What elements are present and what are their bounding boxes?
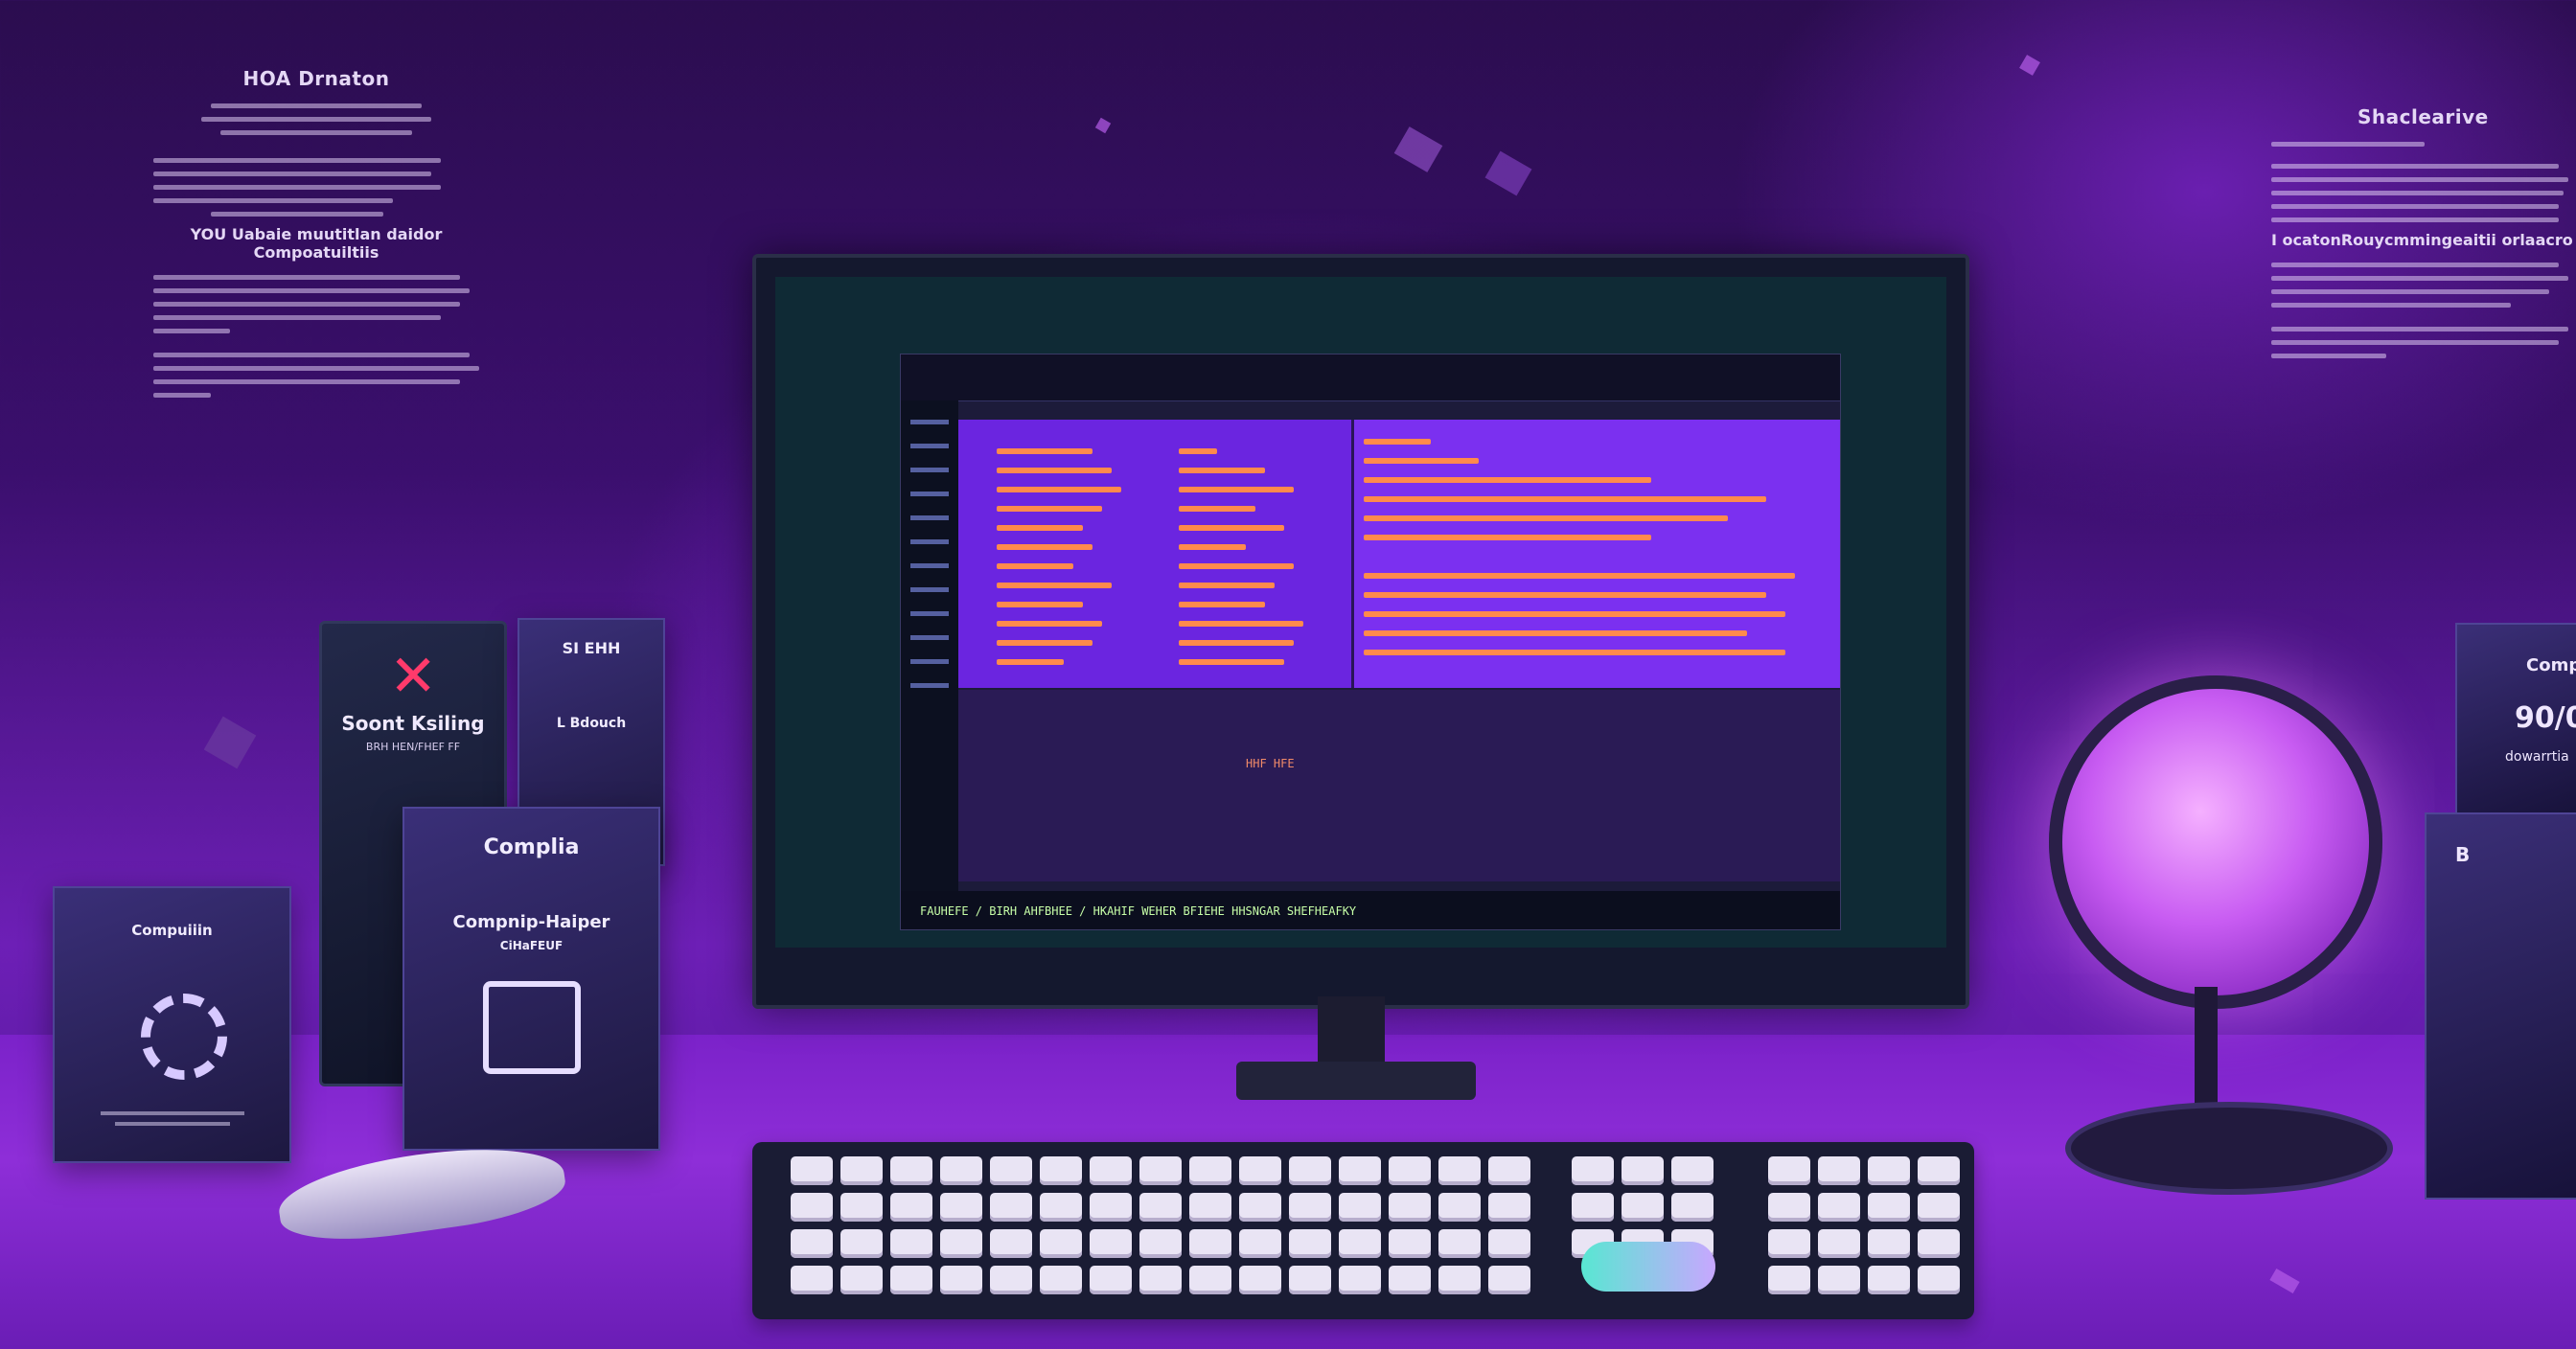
left-panel-paragraph-2	[153, 275, 479, 398]
monitor-stand-base	[1236, 1062, 1476, 1100]
tower-label: Soont Ksiling	[341, 712, 485, 735]
editor-area	[958, 420, 1840, 688]
lamp-pole	[2195, 987, 2218, 1121]
gaming-mouse	[1581, 1242, 1715, 1292]
right-panel-paragraph	[2271, 142, 2576, 222]
product-box-small: Compuiiin	[53, 886, 291, 1163]
left-panel-title: HOA Drnaton	[242, 67, 390, 90]
globe-lamp	[2049, 675, 2382, 1009]
keyboard-numpad	[1768, 1156, 1960, 1294]
left-panel-paragraph	[153, 103, 479, 217]
code-editor-window: HHF HFE FAUHEFE / BIRH AHFBHEE / HKAHIF …	[900, 354, 1841, 930]
editor-statusbar: FAUHEFE / BIRH AHFBHEE / HKAHIF WEHER BF…	[901, 891, 1840, 929]
right-box-title: Compu	[2526, 655, 2576, 675]
box-small-label: Compuiiin	[131, 922, 213, 939]
lamp-base	[2065, 1102, 2393, 1195]
monitor-screen: HHF HFE FAUHEFE / BIRH AHFBHEE / HKAHIF …	[775, 277, 1946, 948]
keyboard	[752, 1142, 1974, 1319]
box-center-subtitle-2: CiHaFEUF	[499, 939, 564, 952]
editor-topbar	[901, 354, 1840, 401]
product-box-center: Complia Compnip-Haiper CiHaFEUF	[402, 807, 660, 1151]
monitor: HHF HFE FAUHEFE / BIRH AHFBHEE / HKAHIF …	[752, 254, 1969, 1009]
box-back-label: SI EHH	[562, 639, 621, 657]
terminal-text: HHF HFE	[1246, 757, 1295, 770]
decorative-shard	[2019, 55, 2040, 76]
box-center-subtitle: Compnip-Haiper	[452, 912, 610, 932]
right-box-number: 90/00	[2515, 701, 2576, 735]
left-panel-subtitle: YOU Uabaie muutitlan daidor Compoatuilti…	[190, 225, 443, 262]
right-panel-subtitle: I ocatonRouycmmingeaitii orlaacro	[2271, 231, 2573, 249]
decorative-shard	[1393, 126, 1443, 172]
right-panel-title: Shaclearive	[2358, 105, 2489, 128]
gear-icon	[141, 994, 227, 1080]
tower-logo-icon: ✕	[389, 643, 438, 710]
editor-pane-left	[958, 420, 1354, 688]
right-panel-paragraph-2	[2271, 263, 2576, 358]
right-info-panel: Shaclearive I ocatonRouycmmingeaitii orl…	[2271, 105, 2576, 367]
right-box-bottom-label: B	[2455, 843, 2471, 866]
editor-sidebar	[901, 400, 958, 891]
decorative-shard	[1094, 117, 1112, 134]
decorative-shard	[203, 716, 257, 769]
left-info-panel: HOA Drnaton YOU Uabaie muutitlan daidor …	[153, 67, 479, 406]
right-box-caption: dowarrtia	[2505, 749, 2569, 765]
terminal-panel: HHF HFE	[958, 690, 1840, 881]
product-box-right-top: Compu 90/00 dowarrtia	[2455, 623, 2576, 818]
product-box-right-bottom: B	[2425, 812, 2576, 1200]
decorative-shard	[1484, 150, 1532, 196]
tower-sublabel: BRH HEN/FHEF FF	[365, 741, 461, 753]
box-back-sublabel: L Bdouch	[556, 716, 627, 731]
box-small-lines	[83, 1105, 261, 1132]
box-center-title: Complia	[483, 835, 580, 859]
keyboard-main-keys	[791, 1156, 1530, 1294]
chip-icon	[483, 981, 581, 1074]
editor-pane-right	[1354, 420, 1840, 688]
